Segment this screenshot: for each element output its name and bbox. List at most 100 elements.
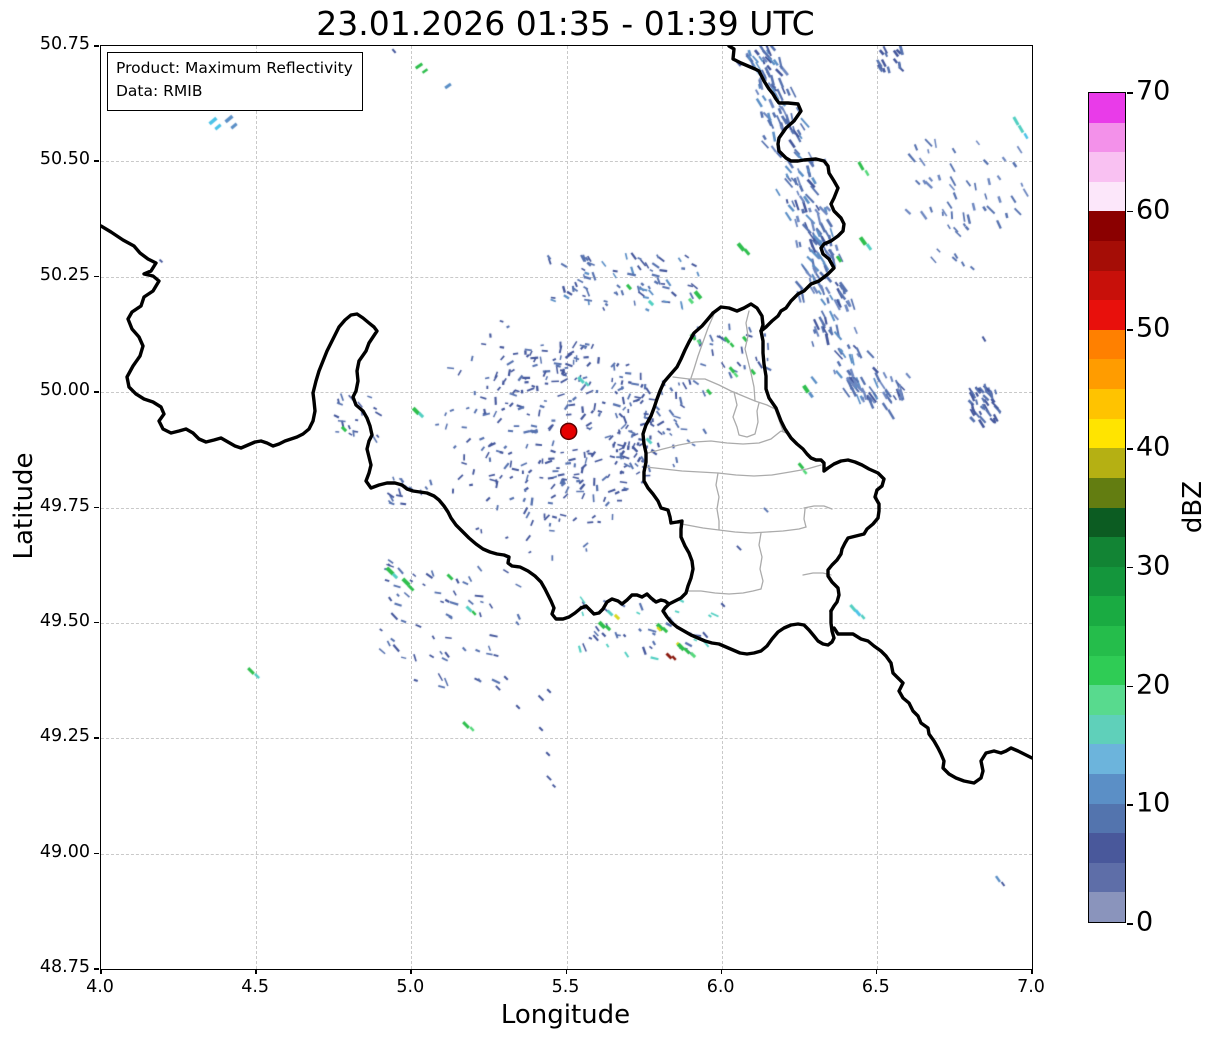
- x-tick: [410, 969, 412, 974]
- x-tick-label: 7.0: [991, 977, 1071, 997]
- colorbar-segment: [1089, 300, 1125, 330]
- info-box-source: Data: RMIB: [116, 80, 353, 103]
- colorbar-segment: [1089, 537, 1125, 567]
- canton-border: [648, 431, 789, 453]
- colorbar-label: dBZ: [1178, 481, 1208, 533]
- y-tick: [94, 391, 99, 393]
- colorbar-tick-label: 40: [1136, 431, 1170, 462]
- colorbar-segment: [1089, 744, 1125, 774]
- info-box: Product: Maximum Reflectivity Data: RMIB: [107, 52, 363, 111]
- y-tick: [94, 160, 99, 162]
- colorbar-segment: [1089, 478, 1125, 508]
- colorbar-segment: [1089, 596, 1125, 626]
- x-tick-label: 6.5: [836, 977, 916, 997]
- colorbar-segment: [1089, 359, 1125, 389]
- colorbar-segment: [1089, 330, 1125, 360]
- x-tick: [566, 969, 568, 974]
- x-tick-label: 5.5: [526, 977, 606, 997]
- y-tick-label: 49.25: [18, 726, 90, 746]
- colorbar-tick: [1127, 686, 1133, 688]
- info-box-product: Product: Maximum Reflectivity: [116, 57, 353, 80]
- x-tick-label: 5.0: [370, 977, 450, 997]
- colorbar-tick: [1127, 448, 1133, 450]
- canton-border: [716, 473, 719, 530]
- colorbar-segment: [1089, 715, 1125, 745]
- colorbar-tick-label: 30: [1136, 550, 1170, 581]
- canton-border: [671, 522, 806, 533]
- colorbar-segment: [1089, 123, 1125, 153]
- y-tick: [94, 276, 99, 278]
- canton-border: [687, 589, 761, 594]
- x-tick: [721, 969, 723, 974]
- colorbar-segment: [1089, 804, 1125, 834]
- country-border: [101, 226, 669, 619]
- colorbar-tick-label: 10: [1136, 788, 1170, 819]
- canton-border: [804, 509, 806, 527]
- country-border: [713, 304, 884, 611]
- canton-border: [759, 533, 763, 589]
- colorbar-segment: [1089, 508, 1125, 538]
- colorbar-segment: [1089, 271, 1125, 301]
- y-tick: [94, 737, 99, 739]
- y-tick: [94, 507, 99, 509]
- colorbar-segment: [1089, 182, 1125, 212]
- colorbar-segment: [1089, 833, 1125, 863]
- colorbar-tick: [1127, 92, 1133, 94]
- canton-border: [673, 377, 775, 409]
- x-tick: [876, 969, 878, 974]
- y-tick-label: 49.00: [18, 842, 90, 862]
- y-tick-label: 50.75: [18, 34, 90, 54]
- colorbar-segment: [1089, 389, 1125, 419]
- colorbar-tick: [1127, 923, 1133, 925]
- colorbar-tick: [1127, 329, 1133, 331]
- colorbar-segment: [1089, 626, 1125, 656]
- colorbar-segment: [1089, 93, 1125, 123]
- radar-site-marker: [561, 423, 577, 439]
- colorbar-segment: [1089, 656, 1125, 686]
- canton-border: [646, 465, 821, 476]
- colorbar-tick: [1127, 567, 1133, 569]
- colorbar-tick: [1127, 211, 1133, 213]
- colorbar-segment: [1089, 211, 1125, 241]
- y-tick: [94, 968, 99, 970]
- country-border: [729, 46, 844, 331]
- x-tick-label: 6.0: [681, 977, 761, 997]
- y-tick: [94, 622, 99, 624]
- canton-border: [745, 311, 755, 401]
- page-title: 23.01.2026 01:35 - 01:39 UTC: [100, 4, 1031, 43]
- colorbar-segment: [1089, 241, 1125, 271]
- y-tick-label: 49.50: [18, 611, 90, 631]
- colorbar-tick-label: 20: [1136, 669, 1170, 700]
- colorbar-tick-label: 50: [1136, 313, 1170, 344]
- colorbar-tick-label: 60: [1136, 194, 1170, 225]
- x-tick: [1031, 969, 1033, 974]
- border-layer: [101, 46, 1032, 969]
- x-tick-label: 4.5: [215, 977, 295, 997]
- y-tick-label: 48.75: [18, 957, 90, 977]
- colorbar-segment: [1089, 448, 1125, 478]
- y-tick-label: 50.25: [18, 265, 90, 285]
- colorbar-tick-label: 70: [1136, 75, 1170, 106]
- colorbar-segment: [1089, 863, 1125, 893]
- colorbar-tick: [1127, 804, 1133, 806]
- colorbar-tick-label: 0: [1136, 906, 1153, 937]
- colorbar: [1088, 92, 1126, 923]
- colorbar-segment: [1089, 419, 1125, 449]
- country-border: [643, 313, 713, 604]
- country-border: [663, 604, 834, 654]
- y-tick: [94, 853, 99, 855]
- y-tick-label: 50.00: [18, 380, 90, 400]
- x-tick-label: 4.0: [60, 977, 140, 997]
- x-tick: [100, 969, 102, 974]
- y-tick-label: 50.50: [18, 149, 90, 169]
- x-tick: [255, 969, 257, 974]
- canton-border: [804, 506, 832, 509]
- colorbar-segment: [1089, 567, 1125, 597]
- colorbar-segment: [1089, 892, 1125, 922]
- colorbar-segment: [1089, 685, 1125, 715]
- radar-figure: 23.01.2026 01:35 - 01:39 UTC Product: Ma…: [0, 0, 1219, 1040]
- colorbar-segment: [1089, 774, 1125, 804]
- y-tick: [94, 45, 99, 47]
- country-border: [834, 628, 1032, 783]
- y-axis-label: Latitude: [9, 452, 39, 559]
